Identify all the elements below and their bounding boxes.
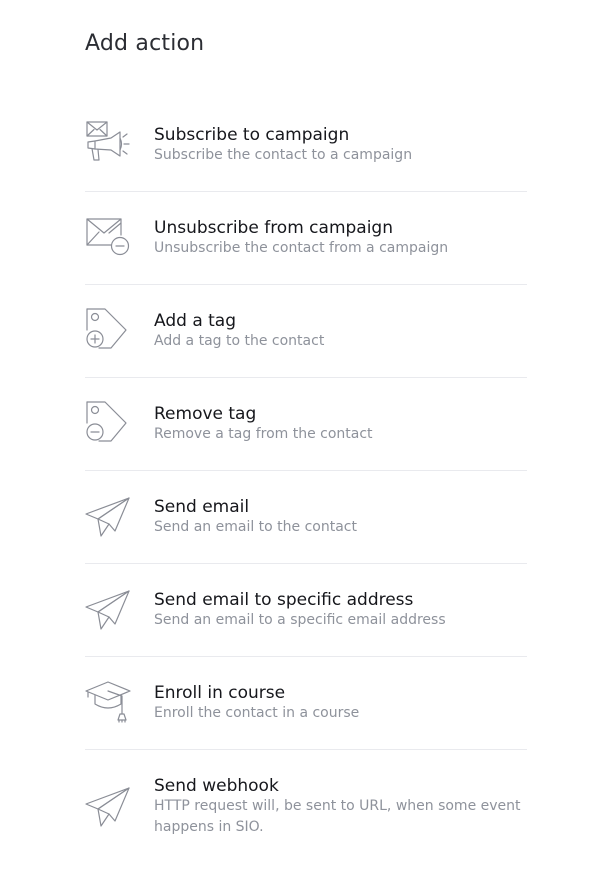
- tag-minus-icon: [85, 399, 131, 445]
- action-add-a-tag[interactable]: Add a tag Add a tag to the contact: [85, 285, 527, 378]
- action-title: Send webhook: [154, 776, 279, 796]
- action-title: Unsubscribe from campaign: [154, 218, 393, 238]
- action-description: Enroll the contact in a course: [154, 705, 360, 721]
- megaphone-mail-icon: [85, 120, 131, 166]
- page-title: Add action: [85, 31, 205, 56]
- action-unsubscribe-from-campaign[interactable]: Unsubscribe from campaign Unsubscribe th…: [85, 192, 527, 285]
- action-remove-tag[interactable]: Remove tag Remove a tag from the contact: [85, 378, 527, 471]
- action-title: Send email: [154, 497, 250, 517]
- action-description: Unsubscribe the contact from a campaign: [154, 240, 449, 256]
- action-description: HTTP request will, be sent to URL, when …: [154, 798, 521, 835]
- action-enroll-in-course[interactable]: Enroll in course Enroll the contact in a…: [85, 657, 527, 750]
- graduation-cap-icon: [85, 678, 131, 724]
- action-send-webhook[interactable]: Send webhook HTTP request will, be sent …: [85, 750, 527, 842]
- action-list: Subscribe to campaign Subscribe the cont…: [85, 99, 527, 842]
- action-title: Enroll in course: [154, 683, 286, 703]
- action-description: Subscribe the contact to a campaign: [154, 147, 413, 163]
- envelope-minus-icon: [85, 213, 131, 259]
- action-description: Add a tag to the contact: [154, 333, 325, 349]
- action-title: Add a tag: [154, 311, 237, 331]
- action-title: Subscribe to campaign: [154, 125, 350, 145]
- action-send-email[interactable]: Send email Send an email to the contact: [85, 471, 527, 564]
- paper-plane-icon: [85, 585, 131, 631]
- paper-plane-icon: [85, 782, 131, 828]
- action-title: Send email to specific address: [154, 590, 414, 610]
- tag-plus-icon: [85, 306, 131, 352]
- action-subscribe-to-campaign[interactable]: Subscribe to campaign Subscribe the cont…: [85, 99, 527, 192]
- action-description: Send an email to a specific email addres…: [154, 612, 446, 628]
- action-title: Remove tag: [154, 404, 257, 424]
- action-send-email-to-specific-address[interactable]: Send email to specific address Send an e…: [85, 564, 527, 657]
- action-description: Remove a tag from the contact: [154, 426, 373, 442]
- paper-plane-icon: [85, 492, 131, 538]
- action-description: Send an email to the contact: [154, 519, 357, 535]
